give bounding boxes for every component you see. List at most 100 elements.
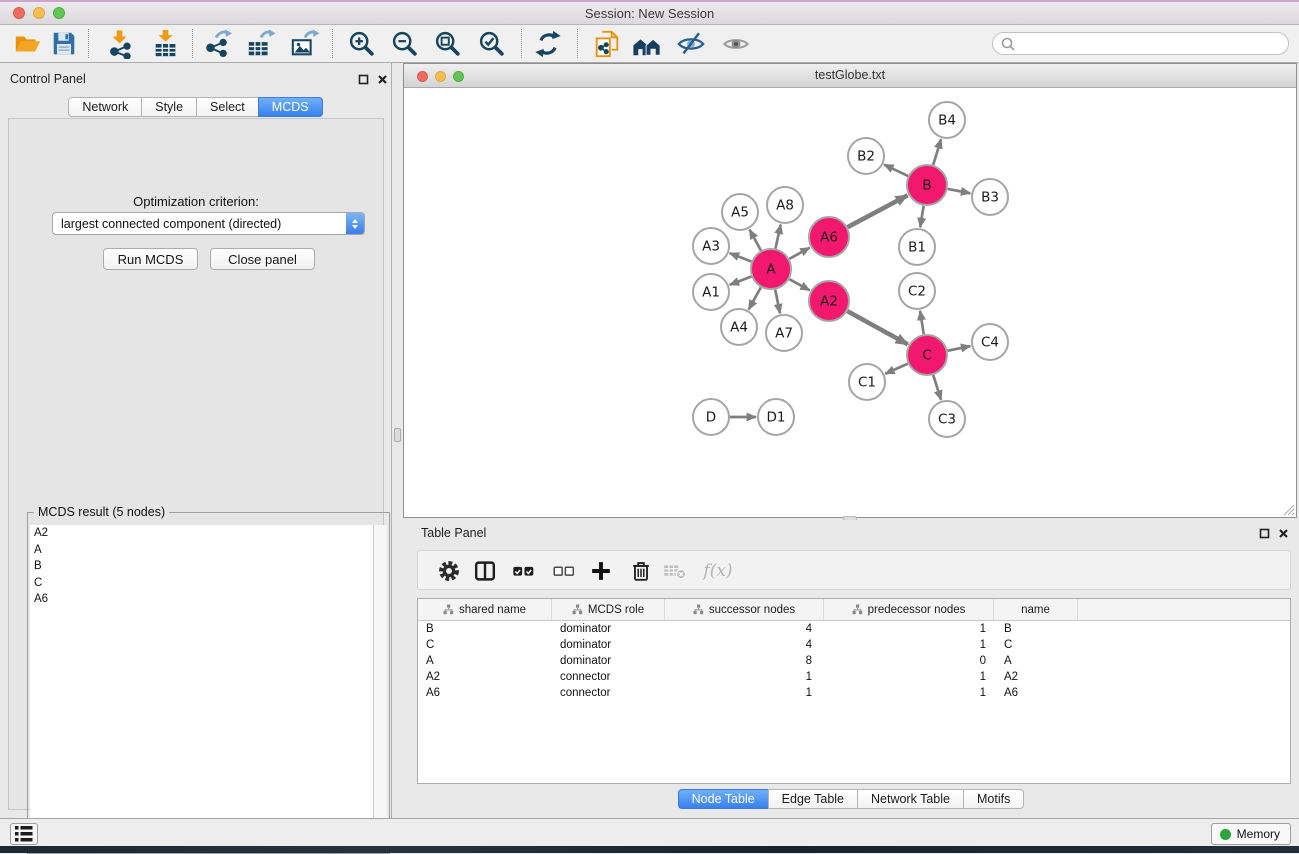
table-cell: 1 [824, 685, 994, 701]
clone-network-button[interactable] [590, 28, 624, 60]
float-panel-button[interactable] [357, 73, 370, 86]
graph-node-label-A8: A8 [776, 198, 794, 214]
divider-handle[interactable] [394, 428, 401, 442]
memory-button[interactable]: Memory [1211, 823, 1291, 845]
column-header-predecessor-nodes[interactable]: predecessor nodes [824, 599, 994, 620]
open-session-button[interactable] [11, 28, 45, 60]
zoom-in-button[interactable] [345, 28, 379, 60]
column-type-icon [443, 604, 454, 615]
close-icon [377, 74, 388, 85]
memory-status-icon [1220, 829, 1231, 840]
zoom-in-icon [347, 29, 377, 59]
graph-edge-A-A7[interactable] [775, 290, 780, 314]
graph-edge-A6-B[interactable] [848, 195, 908, 227]
refresh-layout-button[interactable] [531, 28, 565, 60]
tab-node-table[interactable]: Node Table [678, 789, 769, 809]
export-image-button[interactable] [288, 28, 322, 60]
result-scrollbar[interactable] [373, 525, 387, 851]
table-settings-button[interactable] [434, 556, 464, 586]
table-row[interactable]: Adominator80A [418, 653, 1290, 669]
column-header-shared-name[interactable]: shared name [418, 599, 552, 620]
zoom-selected-button[interactable] [475, 28, 509, 60]
task-history-button[interactable] [10, 823, 38, 845]
trash-icon [628, 558, 654, 584]
float-table-panel-button[interactable] [1258, 527, 1271, 540]
gear-icon [436, 558, 462, 584]
graph-edge-C-C1[interactable] [885, 364, 908, 374]
toolbar-separator [88, 29, 89, 58]
network-window-titlebar[interactable]: testGlobe.txt [404, 64, 1296, 88]
hide-panels-button[interactable] [674, 28, 708, 60]
table-row[interactable]: Bdominator41B [418, 621, 1290, 637]
export-network-icon [203, 29, 233, 59]
export-network-button[interactable] [201, 28, 235, 60]
result-item[interactable]: A6 [30, 591, 387, 608]
import-network-button[interactable] [103, 28, 137, 60]
column-header-MCDS-role[interactable]: MCDS role [552, 599, 665, 620]
close-panel-pushbutton[interactable]: Close panel [210, 248, 315, 270]
result-item[interactable]: A2 [30, 525, 387, 542]
table-cell: C [418, 637, 552, 653]
search-input[interactable] [1020, 35, 1288, 53]
search-field[interactable] [992, 32, 1289, 55]
graph-edge-B-B4[interactable] [933, 139, 941, 165]
show-column-button[interactable] [470, 556, 500, 586]
export-table-button[interactable] [244, 28, 278, 60]
criterion-select[interactable]: largest connected component (directed) [52, 212, 365, 235]
save-session-button[interactable] [47, 28, 81, 60]
table-cell: connector [552, 685, 665, 701]
tab-network[interactable]: Network [68, 97, 142, 117]
unchecked-boxes-icon [551, 558, 577, 584]
tab-edge-table[interactable]: Edge Table [768, 789, 858, 809]
graph-edge-A-A2[interactable] [789, 279, 809, 290]
unselect-all-button[interactable] [549, 556, 579, 586]
home-network-button[interactable] [630, 28, 664, 60]
table-row[interactable]: A6connector11A6 [418, 685, 1290, 701]
graph-edge-A-A5[interactable] [750, 230, 761, 251]
tab-select[interactable]: Select [196, 97, 259, 117]
close-table-panel-button[interactable] [1277, 527, 1290, 540]
graph-node-label-B1: B1 [908, 240, 926, 256]
table-panel: Table Panel [403, 520, 1299, 846]
graph-edge-A-A3[interactable] [730, 253, 752, 261]
graph-edge-A-A1[interactable] [730, 277, 752, 285]
table-cell: A2 [418, 669, 552, 685]
select-all-button[interactable] [509, 556, 539, 586]
toolbar-separator [192, 29, 193, 58]
column-header-name[interactable]: name [994, 599, 1078, 620]
graph-edge-A-A6[interactable] [789, 248, 809, 259]
delete-row-button[interactable] [626, 556, 656, 586]
tab-mcds[interactable]: MCDS [258, 97, 323, 117]
graph-edge-B-B1[interactable] [920, 206, 923, 228]
graph-edge-A2-C[interactable] [847, 311, 907, 344]
table-row[interactable]: A2connector11A2 [418, 669, 1290, 685]
graph-edge-B-B2[interactable] [884, 165, 908, 176]
column-header-successor-nodes[interactable]: successor nodes [665, 599, 824, 620]
result-item[interactable]: C [30, 575, 387, 592]
zoom-out-button[interactable] [388, 28, 422, 60]
network-canvas[interactable]: AA6A2BCA1A3A4A5A7A8B1B2B3B4C1C2C3C4DD1 [404, 88, 1296, 517]
table-row[interactable]: Cdominator41C [418, 637, 1290, 653]
vertical-split-divider[interactable] [393, 63, 403, 818]
zoom-fit-button[interactable] [431, 28, 465, 60]
import-table-button[interactable] [149, 28, 183, 60]
apply-function-button-disabled: f(x) [696, 556, 740, 586]
graph-edge-C-C4[interactable] [948, 346, 971, 351]
graph-edge-B-B3[interactable] [948, 189, 971, 193]
tab-network-table[interactable]: Network Table [857, 789, 964, 809]
add-row-button[interactable] [586, 556, 616, 586]
graph-edge-C-C2[interactable] [920, 311, 924, 334]
graph-edge-A-A4[interactable] [749, 287, 761, 309]
run-mcds-button[interactable]: Run MCDS [103, 248, 198, 270]
show-graphics-details-button[interactable] [719, 28, 753, 60]
close-panel-button[interactable] [376, 73, 389, 86]
graph-edge-A-A8[interactable] [775, 225, 780, 249]
column-type-icon [852, 604, 863, 615]
resize-grip[interactable] [1281, 502, 1295, 516]
result-item[interactable]: B [30, 558, 387, 575]
tab-motifs[interactable]: Motifs [963, 789, 1024, 809]
result-item[interactable]: A [30, 542, 387, 559]
graph-node-label-C2: C2 [908, 284, 926, 300]
graph-edge-C-C3[interactable] [933, 375, 941, 400]
tab-style[interactable]: Style [141, 97, 197, 117]
